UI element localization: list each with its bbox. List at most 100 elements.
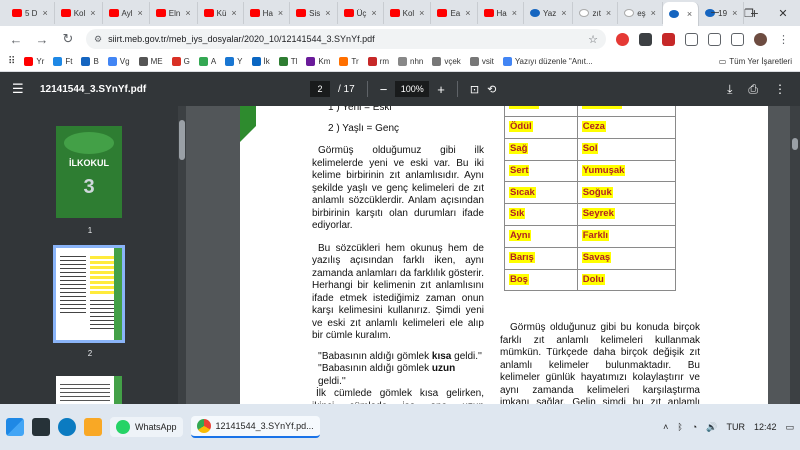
- download-icon[interactable]: [708, 32, 721, 46]
- zoom-out-icon[interactable]: −: [380, 82, 388, 97]
- bluetooth-icon[interactable]: ᛒ: [677, 422, 682, 432]
- edge-icon[interactable]: [58, 418, 76, 436]
- bookmark-item[interactable]: B: [81, 57, 99, 66]
- browser-tab[interactable]: Ha ×: [244, 2, 291, 24]
- bookmark-label: B: [93, 57, 99, 66]
- opera-extension-icon[interactable]: [616, 32, 629, 46]
- browser-tab[interactable]: zıt ×: [573, 2, 619, 24]
- tab-close-icon[interactable]: ×: [325, 8, 330, 18]
- browser-tab[interactable]: Kol ×: [55, 2, 103, 24]
- forward-icon[interactable]: →: [34, 32, 50, 47]
- browser-tab[interactable]: Üç ×: [338, 2, 384, 24]
- tab-close-icon[interactable]: ×: [231, 8, 236, 18]
- back-icon[interactable]: ←: [8, 32, 24, 47]
- tab-close-icon[interactable]: ×: [419, 8, 424, 18]
- rotate-icon[interactable]: ⟲: [487, 83, 496, 96]
- bookmark-item[interactable]: Km: [306, 57, 330, 66]
- bookmark-item[interactable]: A: [198, 57, 216, 66]
- bookmark-item[interactable]: Yr: [24, 57, 44, 66]
- document-scrollbar[interactable]: [790, 106, 800, 404]
- all-bookmarks-button[interactable]: ▭ Tüm Yer İşaretleri: [719, 57, 792, 66]
- bookmark-item[interactable]: Ft: [53, 57, 72, 66]
- password-extension-icon[interactable]: [639, 32, 652, 46]
- bookmark-item[interactable]: Tl: [278, 57, 297, 66]
- download-pdf-icon[interactable]: ⤓: [727, 82, 732, 97]
- tab-close-icon[interactable]: ×: [371, 8, 376, 18]
- tab-close-icon[interactable]: ×: [185, 8, 190, 18]
- bookmark-item[interactable]: Vg: [107, 57, 130, 66]
- browser-tab[interactable]: eş ×: [618, 2, 663, 24]
- bookmark-label: Y: [237, 57, 243, 66]
- tray-up-icon[interactable]: ˄: [663, 422, 668, 432]
- shield-extension-icon[interactable]: [662, 32, 675, 46]
- bookmark-item[interactable]: rm: [367, 57, 389, 66]
- tab-close-icon[interactable]: ×: [90, 8, 95, 18]
- tab-close-icon[interactable]: ×: [278, 8, 283, 18]
- thumbnail-page-3[interactable]: [56, 376, 122, 404]
- sidebar-scrollbar[interactable]: [178, 106, 186, 404]
- language-indicator[interactable]: TUR: [726, 422, 745, 432]
- browser-tab[interactable]: Eln ×: [150, 2, 198, 24]
- browser-tab[interactable]: Sis ×: [290, 2, 338, 24]
- bookmark-item[interactable]: Yazıyı düzenle "Anıt...: [502, 57, 593, 66]
- page-number-input[interactable]: 2: [310, 81, 330, 97]
- taskbar-app-whatsapp[interactable]: WhatsApp: [110, 417, 183, 437]
- tab-close-icon[interactable]: ×: [465, 8, 470, 18]
- bookmark-item[interactable]: vçek: [432, 57, 461, 66]
- bookmark-item[interactable]: nhn: [398, 57, 423, 66]
- zoom-input[interactable]: 100%: [395, 81, 430, 97]
- browser-tab[interactable]: Ayl ×: [103, 2, 150, 24]
- fit-page-icon[interactable]: ⊡: [470, 83, 479, 96]
- bookmark-item[interactable]: Y: [225, 57, 243, 66]
- taskbar-app-chrome[interactable]: 12141544_3.SYnYf.pd...: [190, 416, 320, 438]
- browser-tab[interactable]: Yaz ×: [524, 2, 574, 24]
- notification-icon[interactable]: ▭: [785, 422, 794, 433]
- thumbnail-page-1[interactable]: İLKOKUL 3: [56, 126, 122, 218]
- close-icon[interactable]: ✕: [766, 7, 800, 20]
- browser-tab[interactable]: Kol ×: [384, 2, 432, 24]
- profile-avatar[interactable]: [754, 32, 767, 46]
- tab-close-icon[interactable]: ×: [512, 8, 517, 18]
- tab-close-icon[interactable]: ×: [561, 8, 566, 18]
- tab-close-icon[interactable]: ×: [138, 8, 143, 18]
- volume-icon[interactable]: 🔊: [706, 422, 717, 433]
- menu-icon[interactable]: ⋮: [777, 33, 790, 46]
- tab-close-icon[interactable]: ×: [606, 8, 611, 18]
- browser-tab[interactable]: ×: [662, 2, 700, 26]
- reload-icon[interactable]: ↻: [60, 31, 76, 47]
- browser-tab[interactable]: 5 D ×: [6, 2, 55, 24]
- clock[interactable]: 12:42: [754, 422, 777, 432]
- example-line-1: 1 ) Yeni = Eski: [328, 106, 392, 113]
- apps-grid-icon[interactable]: ⠿: [8, 56, 15, 67]
- browser-tab[interactable]: Ea ×: [431, 2, 478, 24]
- wifi-icon[interactable]: ◔: [692, 422, 697, 432]
- bookmark-item[interactable]: Tr: [339, 57, 359, 66]
- scrollbar-thumb[interactable]: [179, 120, 185, 160]
- maximize-icon[interactable]: ❐: [732, 7, 766, 20]
- print-icon[interactable]: ⎙: [748, 82, 758, 97]
- site-info-icon[interactable]: ⚙: [94, 34, 102, 45]
- bookmark-item[interactable]: ME: [138, 57, 163, 66]
- tab-close-icon[interactable]: ×: [651, 8, 656, 18]
- zoom-in-icon[interactable]: +: [437, 82, 445, 97]
- bookmark-item[interactable]: G: [171, 57, 190, 66]
- hamburger-icon[interactable]: ☰: [12, 81, 34, 97]
- bookmark-favicon-icon: [469, 57, 479, 66]
- thumbnail-page-2[interactable]: [53, 245, 125, 343]
- bookmark-item[interactable]: İk: [251, 57, 270, 66]
- bookmark-item[interactable]: vsit: [469, 57, 494, 66]
- windows-start-icon[interactable]: [6, 418, 24, 436]
- minimize-icon[interactable]: ─: [698, 7, 732, 19]
- address-bar[interactable]: ⚙ siirt.meb.gov.tr/meb_iys_dosyalar/2020…: [86, 29, 606, 49]
- more-options-icon[interactable]: ⋮: [774, 82, 786, 97]
- bookmark-star-icon[interactable]: ☆: [588, 33, 598, 46]
- file-explorer-icon[interactable]: [84, 418, 102, 436]
- tab-close-icon[interactable]: ×: [687, 9, 692, 19]
- scrollbar-thumb[interactable]: [792, 138, 798, 150]
- browser-tab[interactable]: Ha ×: [478, 2, 524, 24]
- sidepanel-icon[interactable]: [731, 32, 744, 46]
- puzzle-icon[interactable]: [685, 32, 698, 46]
- task-view-icon[interactable]: [32, 418, 50, 436]
- tab-close-icon[interactable]: ×: [42, 8, 47, 18]
- browser-tab[interactable]: Kü ×: [198, 2, 244, 24]
